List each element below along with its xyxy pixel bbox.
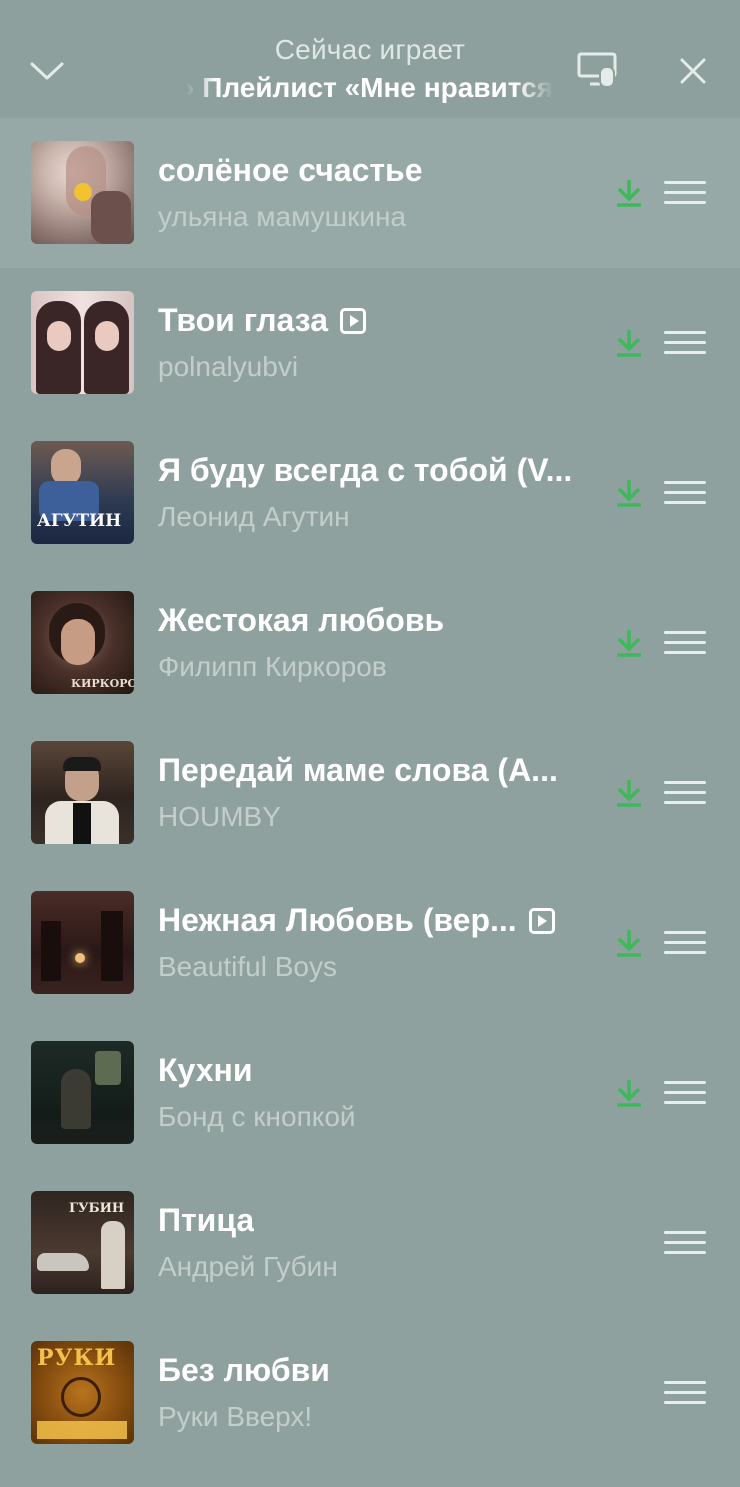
cover-image <box>31 891 134 994</box>
playlist-marquee: Мне нравится» Плейлист «Мне нравится» Пл… <box>186 72 554 112</box>
cast-device-icon <box>577 52 617 88</box>
downloaded-icon <box>617 480 641 507</box>
cover-caption: РУКИ <box>37 1345 117 1371</box>
track-title: Жестокая любовь <box>158 602 445 638</box>
drag-handle[interactable] <box>664 931 706 955</box>
drag-handle[interactable] <box>664 1381 706 1405</box>
drag-handle[interactable] <box>664 631 706 655</box>
cover-image: КИРКОРОВ <box>31 591 134 694</box>
close-button[interactable] <box>666 44 720 98</box>
track-title: Передай маме слова (A... <box>158 752 558 788</box>
track-row[interactable]: Передай маме слова (A... HOUMBY <box>0 718 740 868</box>
downloaded-icon <box>617 180 641 207</box>
video-clip-icon <box>528 907 555 934</box>
track-title: солёное счастье <box>158 152 423 188</box>
drag-handle[interactable] <box>664 481 706 505</box>
queue-list: солёное счастье ульяна мамушкина Твои гл… <box>0 118 740 1468</box>
drag-handle[interactable] <box>664 1231 706 1255</box>
close-icon <box>680 58 706 84</box>
header-title: Сейчас играет <box>274 34 466 65</box>
downloaded-icon <box>617 780 641 807</box>
track-row-current[interactable]: солёное счастье ульяна мамушкина <box>0 118 740 268</box>
cast-button[interactable] <box>570 44 624 98</box>
track-artist: HOUMBY <box>158 801 281 832</box>
cover-image: РУКИ <box>31 1341 134 1444</box>
track-artist: Руки Вверх! <box>158 1401 313 1432</box>
track-title: Кухни <box>158 1052 253 1088</box>
collapse-button[interactable] <box>20 44 74 98</box>
downloaded-icon <box>617 330 641 357</box>
cover-caption: КИРКОРОВ <box>71 677 134 690</box>
drag-handle[interactable] <box>664 331 706 355</box>
track-artist: Леонид Агутин <box>158 501 350 532</box>
track-row[interactable]: Твои глаза polnalyubvi <box>0 268 740 418</box>
cover-image <box>31 291 134 394</box>
track-row[interactable]: ГУБИН Птица Андрей Губин <box>0 1168 740 1318</box>
track-row[interactable]: Кухни Бонд с кнопкой <box>0 1018 740 1168</box>
playing-indicator <box>74 183 92 201</box>
downloaded-icon <box>617 930 641 957</box>
track-title: Птица <box>158 1202 255 1238</box>
track-artist: Beautiful Boys <box>158 951 337 982</box>
downloaded-icon <box>617 1080 641 1107</box>
track-artist: Андрей Губин <box>158 1251 338 1282</box>
cover-caption: АГУТИН <box>37 511 122 531</box>
track-title: Нежная Любовь (вер... <box>158 902 555 939</box>
track-row[interactable]: РУКИ Без любви Руки Вверх! <box>0 1318 740 1468</box>
track-artist: Бонд с кнопкой <box>158 1101 356 1132</box>
video-clip-icon <box>340 307 367 334</box>
now-playing-header: Сейчас играет Мне нравится» Плейлист «Мн… <box>0 0 740 118</box>
track-row[interactable]: АГУТИН Я буду всегда с тобой (V... Леони… <box>0 418 740 568</box>
track-artist: ульяна мамушкина <box>158 201 407 232</box>
downloaded-icon <box>617 630 641 657</box>
track-title: Я буду всегда с тобой (V... <box>158 452 573 488</box>
cover-image <box>31 741 134 844</box>
track-title: Без любви <box>158 1352 330 1388</box>
track-row[interactable]: Нежная Любовь (вер... Beautiful Boys <box>0 868 740 1018</box>
track-artist: Филипп Киркоров <box>158 651 387 682</box>
track-title: Твои глаза <box>158 302 367 339</box>
cover-image <box>31 1041 134 1144</box>
cover-image <box>31 141 134 244</box>
cover-caption: ГУБИН <box>69 1201 125 1216</box>
playlist-name-text: Мне нравится» Плейлист «Мне нравится» Пл… <box>186 72 554 103</box>
chevron-down-icon <box>30 62 64 80</box>
drag-handle[interactable] <box>664 1081 706 1105</box>
track-artist: polnalyubvi <box>158 351 299 382</box>
drag-handle[interactable] <box>664 781 706 805</box>
track-row[interactable]: КИРКОРОВ Жестокая любовь Филипп Киркоров <box>0 568 740 718</box>
drag-handle[interactable] <box>664 181 706 205</box>
cover-image: ГУБИН <box>31 1191 134 1294</box>
cover-image: АГУТИН <box>31 441 134 544</box>
